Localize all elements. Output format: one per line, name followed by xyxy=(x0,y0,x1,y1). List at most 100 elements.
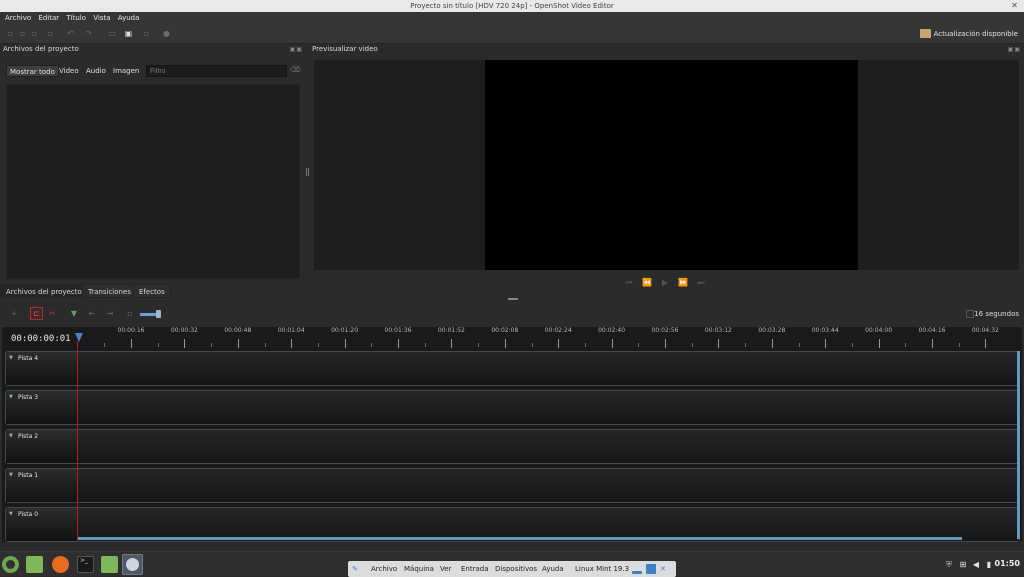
fast-forward-icon[interactable]: ⏩ xyxy=(678,278,688,288)
center-timeline-icon[interactable]: ▫ xyxy=(124,308,136,320)
track-header[interactable]: ▼ Pista 0 xyxy=(6,508,78,541)
track-pista-1[interactable]: ▼ Pista 1 xyxy=(5,468,1020,503)
show-desktop-icon[interactable] xyxy=(26,556,43,573)
battery-icon[interactable]: ▮ xyxy=(984,560,994,570)
update-label: Actualización disponible xyxy=(933,30,1018,38)
dock-buttons-icon[interactable]: ▣▣ xyxy=(290,46,303,53)
scale-label: 16 segundos xyxy=(974,310,1019,318)
track-header[interactable]: ▼ Pista 1 xyxy=(6,469,78,502)
track-header[interactable]: ▼ Pista 2 xyxy=(6,430,78,463)
track-pista-2[interactable]: ▼ Pista 2 xyxy=(5,429,1020,464)
ruler-minor-tick xyxy=(691,343,693,347)
project-file-list[interactable] xyxy=(6,84,300,279)
new-project-icon[interactable]: ▫ xyxy=(6,29,15,38)
filter-input[interactable] xyxy=(146,65,287,77)
timeline[interactable]: 00:00:00:01 00:00:16 00:00:32 00:00:48 00:0… xyxy=(2,327,1022,542)
zoom-slider[interactable] xyxy=(140,313,156,316)
vbox-menu-maquina[interactable]: Máquina xyxy=(404,561,434,577)
vbox-menu-archivo[interactable]: Archivo xyxy=(371,561,397,577)
ruler-label: 00:00:16 xyxy=(117,327,145,334)
time-ruler[interactable]: 00:00:16 00:00:32 00:00:48 00:01:04 00:01:20… xyxy=(78,327,1022,349)
ruler-label: 00:03:28 xyxy=(758,327,786,334)
ruler-major-tick xyxy=(665,339,666,348)
vbox-menu-dispositivos[interactable]: Dispositivos xyxy=(495,561,537,577)
fullscreen-icon[interactable]: ▭ xyxy=(108,29,117,38)
volume-icon[interactable]: ◀ xyxy=(971,560,981,570)
menu-vista[interactable]: Vista xyxy=(93,12,110,24)
tab-transitions[interactable]: Transiciones xyxy=(82,284,137,298)
track-menu-icon[interactable]: ▼ xyxy=(9,511,13,517)
timeline-horizontal-scrollbar[interactable] xyxy=(78,537,962,540)
next-marker-icon[interactable]: ⇥ xyxy=(104,308,116,320)
clock[interactable]: 01:50 xyxy=(995,559,1020,568)
redo-icon[interactable]: ↷ xyxy=(84,29,93,38)
jump-start-icon[interactable]: ⏮ xyxy=(624,278,634,288)
openshot-app-icon[interactable] xyxy=(122,554,143,575)
filter-video-button[interactable]: Video xyxy=(56,65,82,77)
track-menu-icon[interactable]: ▼ xyxy=(9,394,13,400)
files-icon[interactable] xyxy=(101,556,118,573)
ruler-minor-tick xyxy=(798,343,800,347)
razor-icon[interactable]: ✂ xyxy=(46,308,58,320)
filter-audio-button[interactable]: Audio xyxy=(83,65,109,77)
dock-buttons-icon[interactable]: ▣▣ xyxy=(1008,46,1021,53)
vbox-menu-entrada[interactable]: Entrada xyxy=(461,561,489,577)
restore-icon[interactable] xyxy=(646,564,656,574)
add-track-icon[interactable]: + xyxy=(8,308,20,320)
rewind-icon[interactable]: ⏪ xyxy=(642,278,652,288)
open-project-icon[interactable]: ▫ xyxy=(18,29,27,38)
snapping-toggle-icon[interactable]: ⊏ xyxy=(30,307,43,320)
track-menu-icon[interactable]: ▼ xyxy=(9,472,13,478)
ruler-major-tick xyxy=(611,339,613,348)
pin-icon[interactable]: ✎ xyxy=(352,561,358,577)
minimize-icon[interactable] xyxy=(632,571,642,574)
profile-icon[interactable]: ▣ xyxy=(124,29,133,38)
record-icon[interactable]: ● xyxy=(162,29,171,38)
track-pista-3[interactable]: ▼ Pista 3 xyxy=(5,390,1020,425)
menu-archivo[interactable]: Archivo xyxy=(5,12,31,24)
menu-titulo[interactable]: Título xyxy=(66,12,86,24)
track-header[interactable]: ▼ Pista 4 xyxy=(6,352,78,385)
zoom-slider-handle[interactable] xyxy=(156,310,161,318)
update-available-button[interactable]: Actualización disponible xyxy=(919,28,1018,40)
track-name: Pista 3 xyxy=(18,394,39,401)
track-pista-4[interactable]: ▼ Pista 4 xyxy=(5,351,1020,386)
ruler-major-tick xyxy=(825,339,827,348)
ruler-minor-tick xyxy=(264,343,266,347)
terminal-icon[interactable]: >_ xyxy=(77,556,94,573)
export-film-icon[interactable]: ▫ xyxy=(142,29,151,38)
folder-icon xyxy=(919,29,931,38)
track-menu-icon[interactable]: ▼ xyxy=(9,355,13,361)
ruler-major-tick xyxy=(932,339,933,348)
ruler-major-tick xyxy=(558,339,560,348)
track-header[interactable]: ▼ Pista 3 xyxy=(6,391,78,424)
undo-icon[interactable]: ↶ xyxy=(66,29,75,38)
filter-image-button[interactable]: Imagen xyxy=(110,65,142,77)
close-icon[interactable]: ✕ xyxy=(1011,0,1018,12)
vbox-menu-ayuda[interactable]: Ayuda xyxy=(542,561,564,577)
mint-menu-icon[interactable] xyxy=(2,556,19,573)
timeline-vertical-scrollbar[interactable] xyxy=(1017,351,1020,539)
shield-icon[interactable]: ⛨ xyxy=(944,560,954,570)
network-icon[interactable]: ⊞ xyxy=(958,560,968,570)
jump-end-icon[interactable]: ⏭ xyxy=(696,278,706,288)
firefox-icon[interactable] xyxy=(52,556,69,573)
vbox-menu-ver[interactable]: Ver xyxy=(440,561,451,577)
tab-project-files[interactable]: Archivos del proyecto xyxy=(0,284,88,298)
tab-effects[interactable]: Efectos xyxy=(133,284,171,298)
import-files-icon[interactable]: ▫ xyxy=(46,29,55,38)
ruler-label: 00:02:56 xyxy=(651,327,679,334)
vbox-close-icon[interactable]: ✕ xyxy=(660,561,666,577)
seconds-checkbox[interactable] xyxy=(966,310,974,318)
track-menu-icon[interactable]: ▼ xyxy=(9,433,13,439)
play-icon[interactable]: ▶ xyxy=(660,278,670,288)
filter-show-all-button[interactable]: Mostrar todo xyxy=(6,65,59,77)
add-marker-icon[interactable]: ▼ xyxy=(68,308,80,320)
save-project-icon[interactable]: ▫ xyxy=(30,29,39,38)
menu-ayuda[interactable]: Ayuda xyxy=(118,12,140,24)
horizontal-splitter-handle[interactable] xyxy=(508,298,518,300)
clear-filter-icon[interactable]: ⌫ xyxy=(290,66,301,75)
track-name: Pista 4 xyxy=(18,355,39,362)
menu-editar[interactable]: Editar xyxy=(38,12,59,24)
previous-marker-icon[interactable]: ⇤ xyxy=(86,308,98,320)
